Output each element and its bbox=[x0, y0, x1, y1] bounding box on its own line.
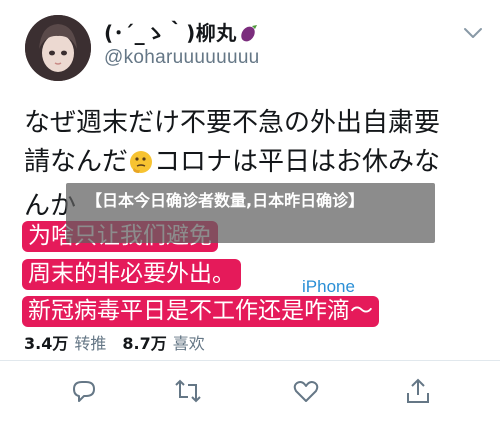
user-handle[interactable]: @koharuuuuuuuu bbox=[104, 47, 260, 69]
divider bbox=[0, 360, 500, 361]
source-label: iPhone bbox=[302, 277, 355, 296]
share-icon[interactable] bbox=[404, 377, 432, 405]
reply-icon[interactable] bbox=[70, 377, 98, 405]
headline-title[interactable]: 【日本今日确诊者数量,日本昨日确诊】 bbox=[86, 190, 422, 212]
retweet-count[interactable]: 3.4万 bbox=[24, 334, 68, 353]
chevron-down-icon[interactable] bbox=[462, 24, 484, 42]
translation-line: 周末的非必要外出。 bbox=[22, 259, 241, 290]
retweet-icon[interactable] bbox=[174, 377, 202, 405]
translation-line: 新冠病毒平日是不工作还是咋滴～ bbox=[22, 296, 379, 327]
tweet-line-part: コロナは平日はお休みな bbox=[154, 147, 441, 177]
tweet-line-part: 請なんだ bbox=[24, 147, 129, 177]
like-count[interactable]: 8.7万 bbox=[122, 334, 166, 353]
display-name[interactable]: (･´_ゝ｀)柳丸 bbox=[104, 17, 259, 48]
display-name-text: (･´_ゝ｀)柳丸 bbox=[104, 21, 237, 45]
retweet-label: 转推 bbox=[74, 334, 107, 353]
eggplant-emoji-icon bbox=[239, 23, 259, 48]
engagement-stats: 3.4万 转推 8.7万 喜欢 bbox=[24, 330, 221, 354]
like-label: 喜欢 bbox=[172, 334, 205, 353]
like-icon[interactable] bbox=[292, 377, 320, 405]
thinking-face-emoji-icon bbox=[128, 148, 154, 187]
tweet-line: なぜ週末だけ不要不急の外出自粛要 bbox=[24, 108, 441, 138]
tweet-line: 請なんだ コロナは平日はお休みな bbox=[24, 143, 494, 187]
avatar[interactable] bbox=[25, 15, 91, 81]
